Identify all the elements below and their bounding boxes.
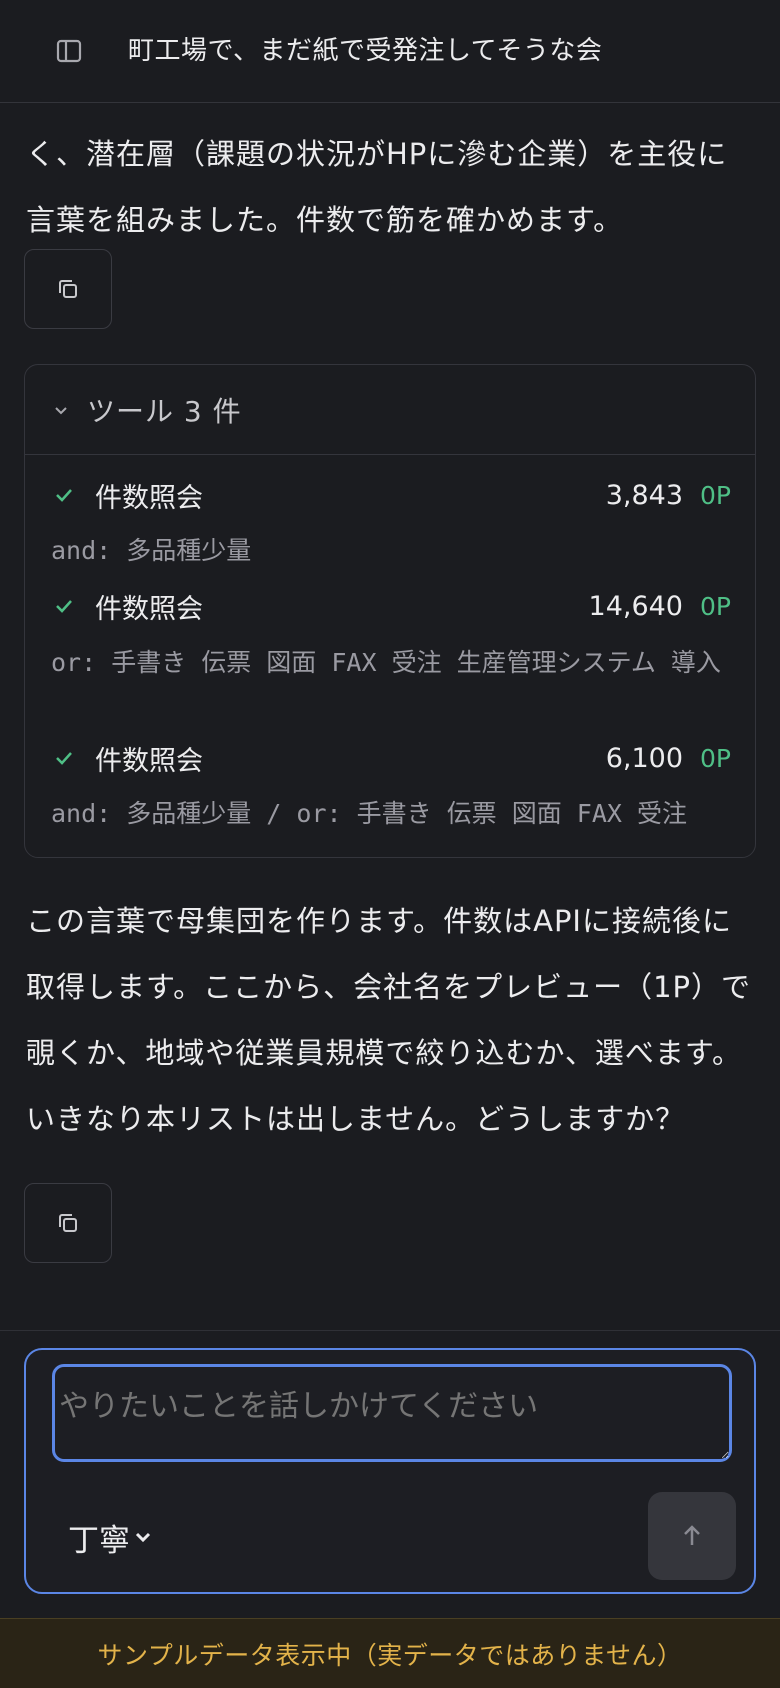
- tool-call-count: 14,640: [588, 590, 683, 622]
- message-input[interactable]: [52, 1364, 732, 1462]
- conversation-title: 町工場で、まだ紙で受発注してそうな会: [128, 36, 603, 66]
- send-button[interactable]: [648, 1492, 736, 1580]
- chevron-down-icon: [135, 1532, 151, 1543]
- chat-scroll-area[interactable]: く、潜在層（課題の状況がHPに滲む企業）を主役に言葉を組みました。件数で筋を確か…: [0, 0, 780, 1330]
- tone-select-value: 丁寧: [68, 1522, 130, 1559]
- copy-icon: [59, 280, 77, 298]
- assistant-message-2: この言葉で母集団を作ります。件数はAPIに接続後に取得します。ここから、会社名を…: [26, 888, 756, 1152]
- composer: 丁寧: [24, 1348, 756, 1594]
- tool-call-cost: 0P: [700, 591, 731, 621]
- tone-select[interactable]: 丁寧: [68, 1514, 156, 1560]
- divider: [0, 1330, 780, 1331]
- sample-data-banner-text: サンプルデータ表示中（実データではありません）: [97, 1640, 683, 1670]
- tool-call-row: 件数照会 6,100 0P: [25, 735, 757, 781]
- check-icon: [56, 600, 72, 613]
- tool-call-name: 件数照会: [95, 593, 203, 625]
- copy-button[interactable]: [24, 249, 112, 329]
- assistant-message-1: く、潜在層（課題の状況がHPに滲む企業）を主役に言葉を組みました。件数で筋を確か…: [26, 104, 756, 253]
- tool-call-count: 3,843: [605, 479, 683, 511]
- top-bar: 町工場で、まだ紙で受発注してそうな会: [0, 0, 780, 103]
- tool-call-name: 件数照会: [95, 745, 203, 777]
- tool-call-query: and: 多品種少量 / or: 手書き 伝票 図面 FAX 受注: [51, 799, 687, 828]
- tool-call-row: 件数照会 14,640 0P: [25, 583, 757, 629]
- tool-call-query: or: 手書き 伝票 図面 FAX 受注 生産管理システム 導入: [51, 648, 721, 677]
- tool-call-cost: 0P: [700, 743, 731, 773]
- check-icon: [56, 489, 72, 502]
- tool-call-name: 件数照会: [95, 482, 203, 514]
- check-icon: [56, 752, 72, 765]
- tool-call-query: and: 多品種少量: [51, 536, 252, 565]
- copy-icon: [59, 1214, 77, 1232]
- assistant-message-2-text: この言葉で母集団を作ります。件数はAPIに接続後に取得します。ここから、会社名を…: [26, 904, 752, 1136]
- arrow-up-icon: [684, 1525, 700, 1545]
- assistant-message-1-text: く、潜在層（課題の状況がHPに滲む企業）を主役に言葉を組みました。件数で筋を確か…: [26, 137, 728, 237]
- chevron-down-icon: [55, 406, 67, 414]
- tool-calls-summary: ツール 3 件: [87, 394, 242, 428]
- tool-call-count: 6,100: [605, 742, 683, 774]
- sidebar-toggle-icon: [56, 39, 82, 63]
- sidebar-toggle-button[interactable]: [52, 34, 86, 68]
- tool-calls-toggle[interactable]: ツール 3 件: [25, 365, 755, 455]
- tool-calls-panel: ツール 3 件 件数照会 3,843 0P and: 多品種少量 件数照会 14…: [24, 364, 756, 858]
- tool-call-cost: 0P: [700, 480, 731, 510]
- tool-call-row: 件数照会 3,843 0P: [25, 472, 757, 518]
- sample-data-banner: サンプルデータ表示中（実データではありません）: [0, 1618, 780, 1688]
- copy-button[interactable]: [24, 1183, 112, 1263]
